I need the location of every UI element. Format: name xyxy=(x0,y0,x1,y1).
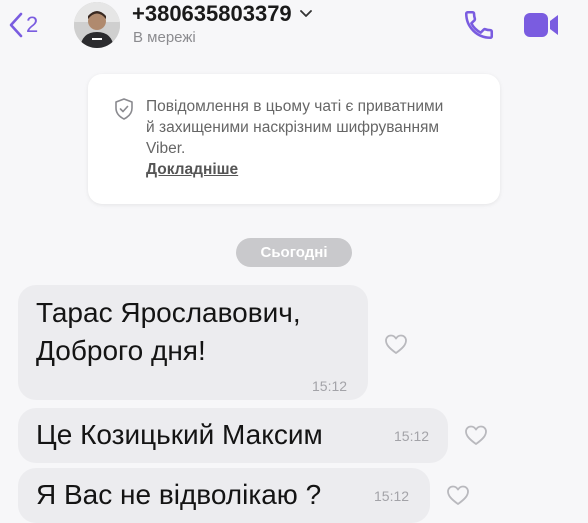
like-button[interactable] xyxy=(456,415,496,455)
message-text: Тарас Ярославович, Доброго дня! xyxy=(36,294,301,370)
video-call-button[interactable] xyxy=(520,8,562,47)
message-text: Це Козицький Максим xyxy=(36,419,323,450)
like-button[interactable] xyxy=(376,324,416,364)
message-line: Тарас Ярославович, xyxy=(36,297,301,328)
contact-name-button[interactable]: +380635803379 xyxy=(132,1,312,27)
date-separator: Сьогодні xyxy=(236,238,352,267)
message-bubble[interactable]: Тарас Ярославович, Доброго дня! 15:12 xyxy=(18,285,368,400)
encryption-text: Повідомлення в цьому чаті є приватними й… xyxy=(146,96,446,180)
encryption-notice: Повідомлення в цьому чаті є приватними й… xyxy=(88,74,500,204)
encryption-message: Повідомлення в цьому чаті є приватними й… xyxy=(146,98,444,157)
video-camera-icon xyxy=(524,13,558,37)
message-time: 15:12 xyxy=(374,488,410,504)
avatar[interactable] xyxy=(74,2,120,48)
message-bubble[interactable]: Це Козицький Максим 15:12 xyxy=(18,408,448,463)
phone-icon xyxy=(464,10,494,40)
heart-icon xyxy=(465,425,487,445)
back-button[interactable]: 2 xyxy=(8,8,52,42)
like-button[interactable] xyxy=(438,475,478,515)
message-time: 15:12 xyxy=(312,378,348,394)
chat-header: 2 +380635803379 В мережі xyxy=(0,0,588,56)
chevron-down-icon xyxy=(299,10,312,17)
heart-icon xyxy=(447,485,469,505)
message-bubble[interactable]: Я Вас не відволікаю ? 15:12 xyxy=(18,468,430,523)
shield-lock-icon xyxy=(115,98,133,120)
message-text: Я Вас не відволікаю ? xyxy=(36,479,322,510)
avatar-photo xyxy=(74,2,120,48)
message-time: 15:12 xyxy=(394,428,430,444)
call-button[interactable] xyxy=(462,8,496,47)
heart-icon xyxy=(385,334,407,354)
learn-more-link[interactable]: Докладніше xyxy=(146,159,238,180)
back-chevron-icon xyxy=(9,12,23,38)
unread-count: 2 xyxy=(26,12,39,37)
message-line: Доброго дня! xyxy=(36,335,206,366)
contact-name: +380635803379 xyxy=(132,1,292,26)
online-status: В мережі xyxy=(133,29,196,46)
